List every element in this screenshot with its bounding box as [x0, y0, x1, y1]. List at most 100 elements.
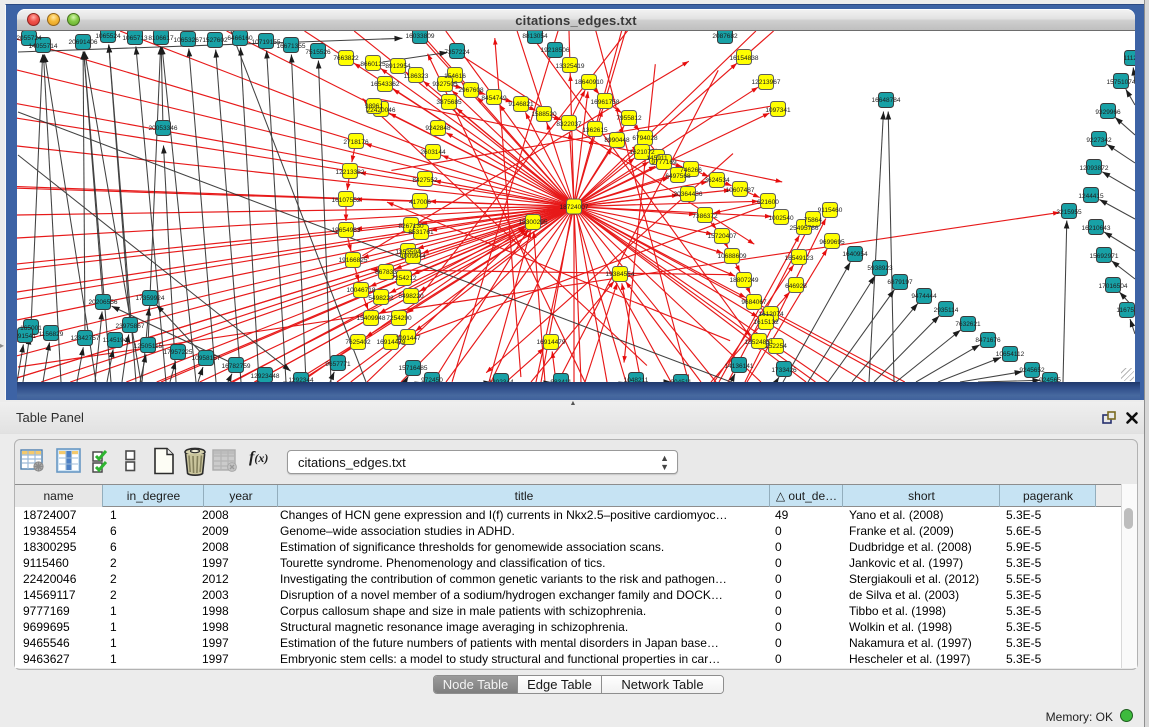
svg-text:1527602: 1527602 [202, 37, 228, 44]
svg-text:8427552: 8427552 [412, 177, 438, 184]
svg-text:23975867: 23975867 [116, 323, 145, 330]
svg-text:18640910: 18640910 [575, 79, 604, 86]
svg-text:10653267: 10653267 [174, 37, 203, 44]
svg-text:12342757: 12342757 [71, 335, 100, 342]
svg-text:8813054: 8813054 [522, 33, 548, 40]
svg-text:7386372: 7386372 [692, 213, 718, 220]
svg-text:16549123: 16549123 [785, 255, 814, 262]
svg-text:2087682: 2087682 [712, 33, 738, 40]
svg-text:20206556: 20206556 [89, 299, 118, 306]
svg-text:1091447: 1091447 [395, 335, 421, 342]
svg-text:20364436: 20364436 [674, 191, 703, 198]
svg-text:14055714: 14055714 [29, 43, 58, 50]
svg-text:7632621: 7632621 [955, 321, 981, 328]
svg-text:8531761: 8531761 [408, 229, 434, 236]
svg-text:154616: 154616 [444, 73, 466, 80]
svg-text:12093872: 12093872 [1080, 165, 1109, 172]
svg-text:1065713: 1065713 [122, 35, 148, 42]
svg-text:25495786: 25495786 [790, 225, 819, 232]
svg-text:15409948: 15409948 [357, 315, 386, 322]
svg-text:15751074: 15751074 [1107, 79, 1135, 86]
svg-text:1244415: 1244415 [1078, 193, 1104, 200]
svg-text:646928: 646928 [785, 283, 807, 290]
svg-text:2603144: 2603144 [420, 149, 446, 156]
svg-text:19166825: 19166825 [339, 257, 368, 264]
svg-text:7254290: 7254290 [386, 315, 412, 322]
svg-text:6466160: 6466160 [227, 35, 253, 42]
svg-text:1065524: 1065524 [95, 33, 121, 40]
svg-text:1733426: 1733426 [771, 367, 797, 374]
svg-text:18300295: 18300295 [519, 219, 548, 226]
svg-text:6794028: 6794028 [632, 135, 658, 142]
svg-text:9777169: 9777169 [651, 159, 677, 166]
svg-text:1145194: 1145194 [103, 337, 128, 344]
svg-text:1640954: 1640954 [842, 251, 868, 258]
svg-text:9115460: 9115460 [818, 207, 843, 214]
svg-text:9329966: 9329966 [1095, 109, 1121, 116]
svg-text:9245652: 9245652 [1019, 367, 1045, 374]
svg-text:10654112: 10654112 [996, 351, 1025, 358]
svg-text:5938923: 5938923 [867, 265, 893, 272]
svg-text:11124: 11124 [1123, 55, 1135, 62]
svg-text:16671355: 16671355 [277, 43, 306, 50]
svg-text:9699695: 9699695 [819, 239, 845, 246]
svg-text:20691406: 20691406 [69, 39, 98, 46]
svg-text:1612074: 1612074 [758, 311, 784, 318]
svg-text:13325419: 13325419 [556, 63, 585, 70]
svg-text:10688609: 10688609 [718, 253, 747, 260]
svg-text:12505115: 12505115 [134, 343, 163, 350]
svg-text:8990448: 8990448 [604, 137, 630, 144]
svg-text:17016504: 17016504 [1099, 283, 1128, 290]
svg-text:15720407: 15720407 [708, 233, 737, 240]
svg-text:16033809: 16033809 [406, 33, 435, 40]
svg-text:19654983: 19654983 [332, 227, 361, 234]
svg-text:391541: 391541 [17, 333, 36, 340]
svg-text:16154838: 16154838 [730, 55, 759, 62]
svg-text:8912954: 8912954 [385, 63, 411, 70]
svg-text:7663822: 7663822 [333, 55, 359, 62]
svg-text:3624534: 3624534 [704, 177, 730, 184]
svg-text:16210643: 16210643 [1082, 225, 1111, 232]
svg-text:7254212: 7254212 [391, 275, 417, 282]
svg-text:14136141: 14136141 [725, 363, 754, 370]
svg-text:7625402: 7625402 [345, 339, 371, 346]
svg-text:16648784: 16648784 [872, 97, 901, 104]
svg-text:8322037: 8322037 [556, 121, 582, 128]
svg-text:2718176: 2718176 [343, 139, 369, 146]
svg-text:5498222: 5498222 [368, 295, 394, 302]
svg-text:7357224: 7357224 [444, 49, 470, 56]
svg-text:17957225: 17957225 [164, 349, 193, 356]
svg-text:19384554: 19384554 [606, 271, 635, 278]
svg-text:12213967: 12213967 [752, 79, 781, 86]
svg-text:3215955: 3215955 [1056, 209, 1082, 216]
svg-text:9474444: 9474444 [911, 293, 937, 300]
svg-text:1588520: 1588520 [531, 111, 557, 118]
svg-text:1002540: 1002540 [768, 215, 794, 222]
svg-text:2055724: 2055724 [17, 35, 42, 42]
svg-text:10607487: 10607487 [726, 187, 755, 194]
svg-text:15692971: 15692971 [1090, 253, 1119, 260]
svg-text:98961: 98961 [365, 103, 383, 110]
svg-text:9242848: 9242848 [425, 125, 451, 132]
svg-text:8660125: 8660125 [360, 61, 386, 68]
svg-text:15716485: 15716485 [399, 365, 428, 372]
svg-text:16543362: 16543362 [371, 81, 400, 88]
svg-text:252254: 252254 [765, 343, 787, 350]
svg-text:417006: 417006 [409, 199, 431, 206]
svg-text:2967608: 2967608 [458, 87, 484, 94]
svg-text:5498220: 5498220 [398, 293, 424, 300]
svg-text:1097341: 1097341 [765, 107, 791, 114]
svg-text:9327505: 9327505 [432, 81, 458, 88]
svg-text:116753: 116753 [1116, 307, 1135, 314]
svg-text:16961758: 16961758 [591, 99, 620, 106]
svg-text:1362615: 1362615 [582, 127, 608, 134]
svg-text:9657771: 9657771 [325, 361, 351, 368]
svg-text:7515526: 7515526 [305, 49, 331, 56]
svg-text:1186323: 1186323 [404, 73, 429, 80]
svg-text:9227342: 9227342 [1086, 137, 1112, 144]
svg-text:621600: 621600 [757, 199, 779, 206]
svg-text:12923448: 12923448 [251, 373, 280, 380]
svg-text:9684067: 9684067 [741, 299, 767, 306]
svg-text:20053346: 20053346 [149, 125, 178, 132]
svg-text:8471676: 8471676 [975, 337, 1001, 344]
